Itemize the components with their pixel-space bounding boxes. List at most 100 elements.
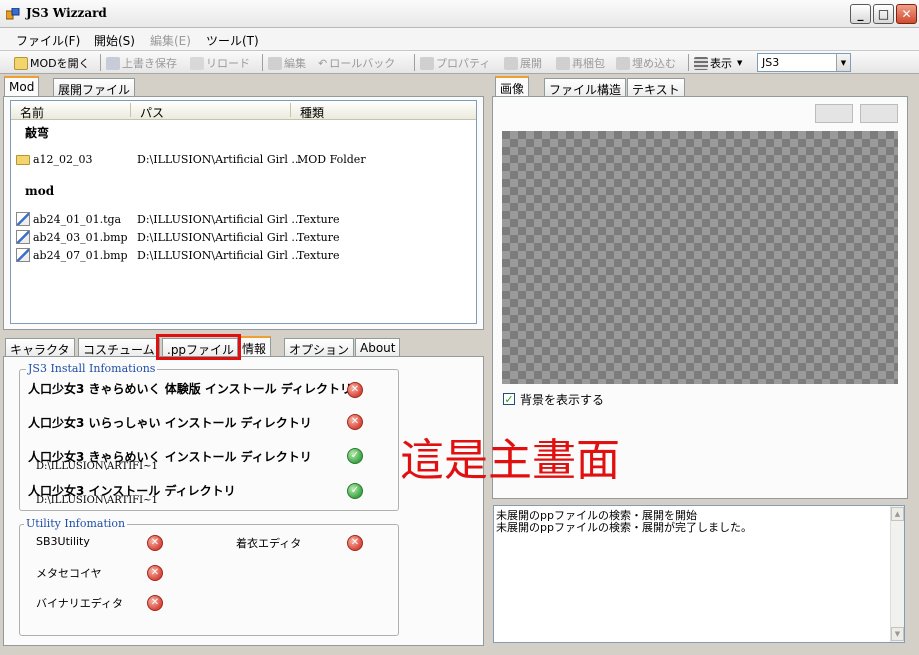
- utility-label: SB3Utility: [36, 535, 90, 548]
- repack-button[interactable]: 再梱包: [556, 55, 605, 71]
- mod-list[interactable]: [10, 100, 477, 324]
- embed-label: 埋め込む: [632, 57, 676, 70]
- check-icon: ✓: [347, 483, 363, 499]
- toolbar-separator: [688, 54, 689, 71]
- log-scrollbar[interactable]: [890, 506, 904, 642]
- expand-icon: [504, 56, 518, 70]
- close-icon: ✕: [901, 7, 912, 21]
- column-separator[interactable]: [130, 103, 131, 117]
- log-line: 未展開のppファイルの検索・展開が完了しました。: [496, 521, 752, 534]
- scroll-up-icon[interactable]: ▲: [891, 507, 904, 521]
- properties-button[interactable]: プロパティ: [420, 55, 490, 71]
- error-icon: ✕: [347, 414, 363, 430]
- error-icon: ✕: [347, 382, 363, 398]
- folder-icon: [16, 155, 30, 165]
- error-icon: ✕: [347, 535, 363, 551]
- properties-label: プロパティ: [436, 57, 491, 70]
- repack-label: 再梱包: [572, 57, 605, 70]
- utility-label: バイナリエディタ: [36, 597, 124, 610]
- list-view-icon: [694, 56, 708, 70]
- annotation-text: 這是主畫面: [400, 435, 620, 486]
- utility-label: メタセコイヤ: [36, 567, 102, 580]
- menu-tools[interactable]: ツール(T): [206, 32, 259, 49]
- close-button[interactable]: ✕: [896, 4, 917, 24]
- tab-info[interactable]: 情報: [237, 336, 272, 356]
- show-background-checkbox[interactable]: ✓: [503, 393, 515, 405]
- menu-file[interactable]: ファイル(F): [16, 32, 80, 49]
- toolbar-separator: [262, 54, 263, 71]
- reload-icon: [190, 56, 204, 70]
- rollback-button[interactable]: ↶ ロールバック: [318, 55, 395, 71]
- list-item-path: D:\ILLUSION\Artificial Girl ...: [137, 153, 302, 166]
- utility-info-legend: Utility Infomation: [24, 517, 128, 530]
- tab-text[interactable]: テキスト: [627, 78, 685, 97]
- utility-label: 着衣エディタ: [236, 537, 302, 550]
- overwrite-save-button[interactable]: 上書き保存: [106, 55, 177, 71]
- toolbar-separator: [414, 54, 415, 71]
- list-item-type: Texture: [297, 249, 340, 262]
- tab-mod[interactable]: Mod: [4, 76, 40, 96]
- preview-button[interactable]: [860, 104, 898, 123]
- column-name[interactable]: 名前: [20, 104, 44, 121]
- minimize-button[interactable]: _: [850, 4, 871, 24]
- tab-file-structure[interactable]: ファイル構造: [544, 78, 627, 97]
- list-item-name[interactable]: ab24_01_01.tga: [33, 213, 121, 226]
- install-info-legend: JS3 Install Infomations: [26, 362, 158, 375]
- list-item-path: D:\ILLUSION\Artificial Girl ...: [137, 231, 302, 244]
- list-item-name[interactable]: ab24_03_01.bmp: [33, 231, 128, 244]
- edit-button[interactable]: 編集: [268, 55, 306, 71]
- open-mod-button[interactable]: MODを開く: [14, 55, 90, 71]
- properties-icon: [420, 56, 434, 70]
- edit-label: 編集: [284, 57, 306, 70]
- menu-start[interactable]: 開始(S): [94, 32, 135, 49]
- tab-options[interactable]: オプション: [284, 338, 355, 357]
- expand-button[interactable]: 展開: [504, 55, 542, 71]
- menu-bar: [0, 28, 919, 50]
- column-path[interactable]: パス: [140, 104, 164, 121]
- maximize-button[interactable]: □: [873, 4, 894, 24]
- list-item-name[interactable]: a12_02_03: [33, 153, 93, 166]
- install-dir-path: D:\ILLUSION\ARTIFI~1: [36, 461, 158, 472]
- image-preview[interactable]: [502, 131, 898, 384]
- view-label: 表示: [710, 57, 732, 70]
- view-dropdown[interactable]: 表示 ▼: [694, 55, 742, 71]
- list-item-type: MOD Folder: [297, 153, 366, 166]
- tab-about[interactable]: About: [355, 338, 401, 356]
- tab-extracted-files[interactable]: 展開ファイル: [53, 78, 136, 97]
- error-icon: ✕: [147, 535, 163, 551]
- title-bar: [0, 0, 919, 28]
- list-item-path: D:\ILLUSION\Artificial Girl ...: [137, 249, 302, 262]
- scroll-down-icon[interactable]: ▼: [891, 627, 904, 641]
- folder-open-icon: [14, 56, 28, 70]
- list-item-type: Texture: [297, 231, 340, 244]
- error-icon: ✕: [147, 595, 163, 611]
- chevron-down-icon: ▼: [737, 59, 743, 67]
- window-title: JS3 Wizzard: [26, 6, 107, 20]
- tab-character[interactable]: キャラクタ: [5, 338, 75, 357]
- tab-image[interactable]: 画像: [495, 76, 530, 96]
- install-dir-label: 人口少女3 いらっしゃい インストール ディレクトリ: [28, 416, 312, 430]
- edit-icon: [268, 56, 282, 70]
- chevron-down-icon[interactable]: ▼: [836, 54, 850, 71]
- error-icon: ✕: [147, 565, 163, 581]
- toolbar-separator: [100, 54, 101, 71]
- reload-button[interactable]: リロード: [190, 55, 250, 71]
- open-mod-label: MODを開く: [30, 57, 90, 70]
- column-separator[interactable]: [290, 103, 291, 117]
- list-item-path: D:\ILLUSION\Artificial Girl ...: [137, 213, 302, 226]
- minimize-icon: _: [857, 7, 864, 21]
- embed-icon: [616, 56, 630, 70]
- texture-file-icon: [16, 212, 30, 226]
- preview-button[interactable]: [815, 104, 853, 123]
- list-group-header: mod: [25, 184, 55, 198]
- tab-costume[interactable]: コスチューム: [78, 338, 160, 357]
- menu-edit[interactable]: 編集(E): [150, 32, 191, 49]
- list-item-name[interactable]: ab24_07_01.bmp: [33, 249, 128, 262]
- maximize-icon: □: [877, 7, 890, 21]
- reload-label: リロード: [206, 57, 250, 70]
- column-type[interactable]: 種類: [300, 104, 324, 121]
- overwrite-save-label: 上書き保存: [122, 57, 177, 70]
- embed-button[interactable]: 埋め込む: [616, 55, 676, 71]
- texture-file-icon: [16, 230, 30, 244]
- texture-file-icon: [16, 248, 30, 262]
